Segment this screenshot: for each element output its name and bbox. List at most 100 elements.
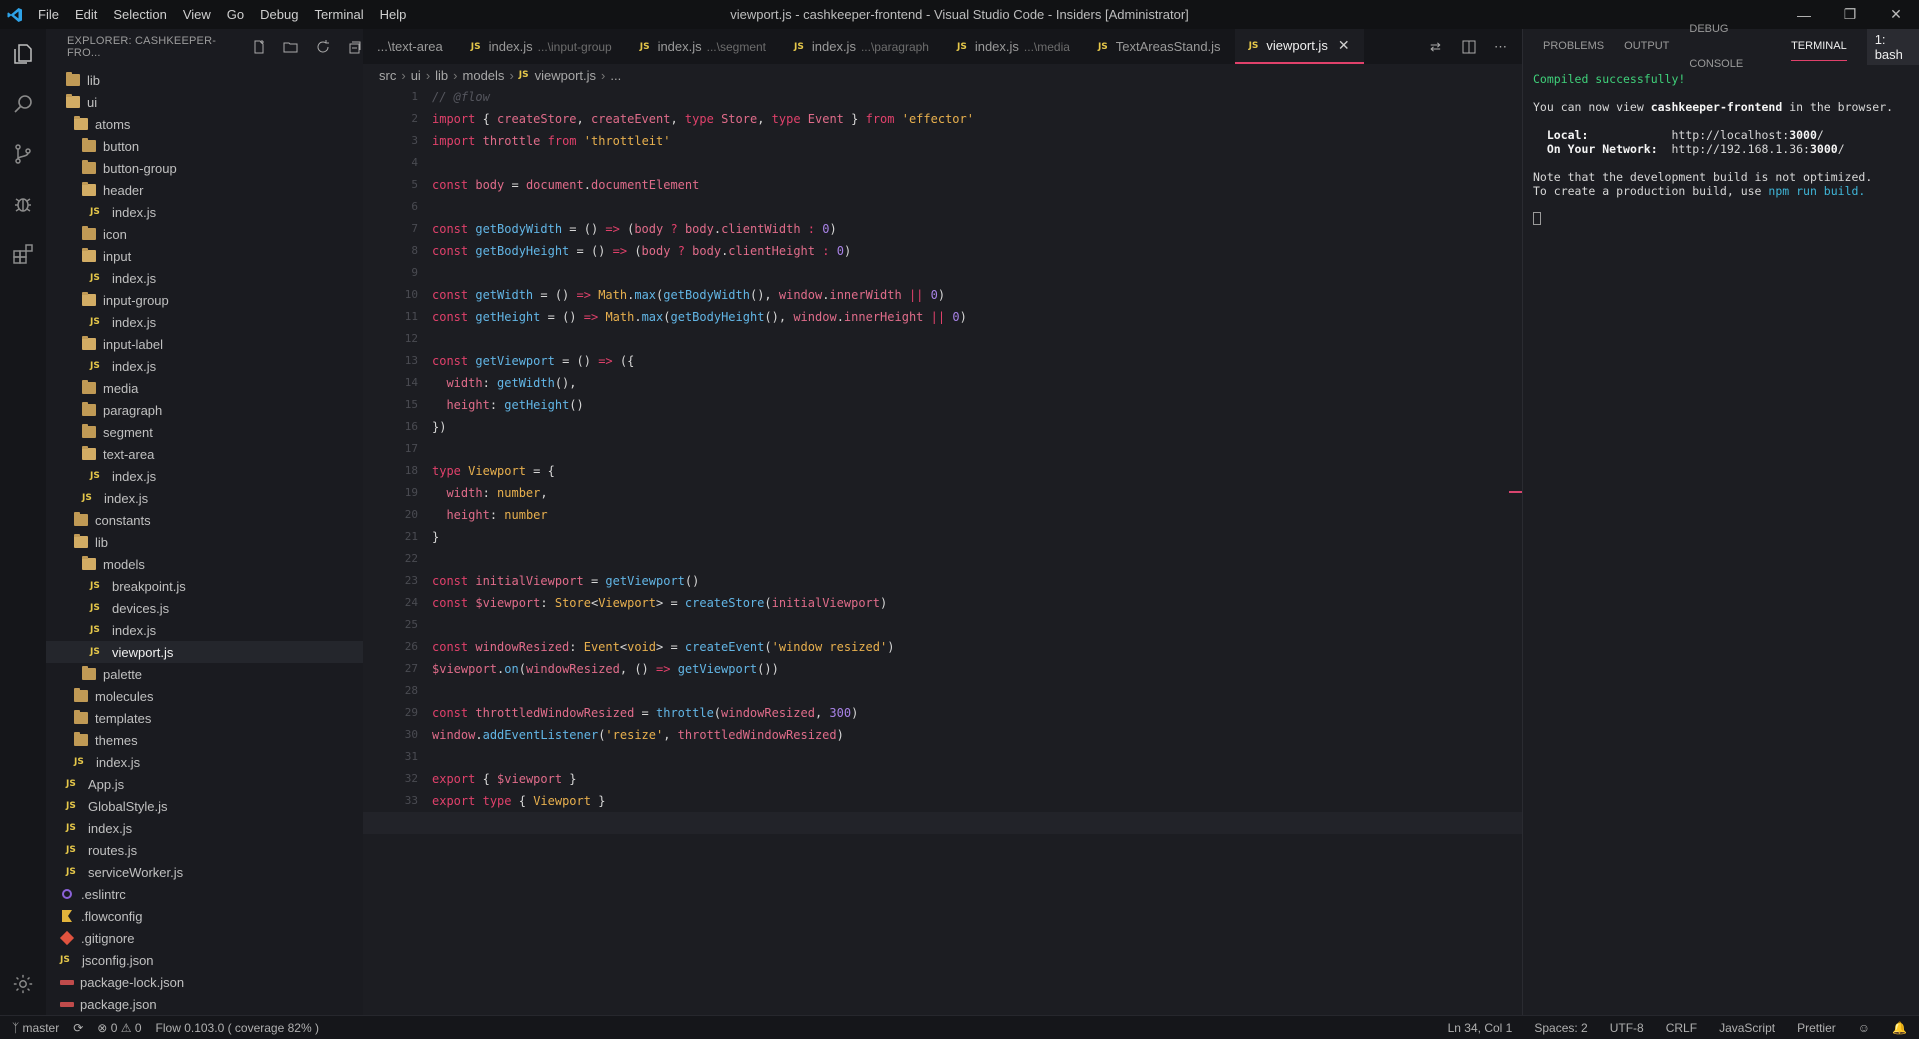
tree-item[interactable]: JS index.js	[46, 817, 363, 839]
breadcrumb-file[interactable]: viewport.js	[535, 68, 596, 83]
tree-item[interactable]: models	[46, 553, 363, 575]
tab-debug-console[interactable]: DEBUG CONSOLE	[1689, 12, 1771, 82]
code-content[interactable]: // @flow import { createStore, createEve…	[363, 86, 1522, 834]
tree-item[interactable]: JS index.js	[46, 619, 363, 641]
tab-textareasstand[interactable]: JS TextAreasStand.js	[1084, 29, 1235, 64]
new-file-icon[interactable]	[251, 39, 267, 55]
debug-icon[interactable]	[0, 179, 46, 229]
restore-icon[interactable]: ❐	[1827, 0, 1873, 29]
tree-item[interactable]: JS index.js	[46, 487, 363, 509]
breadcrumb-models[interactable]: models	[463, 68, 505, 83]
tree-item[interactable]: themes	[46, 729, 363, 751]
menu-terminal[interactable]: Terminal	[306, 0, 371, 29]
breadcrumb-ui[interactable]: ui	[411, 68, 421, 83]
tab-index-paragraph[interactable]: JS index.js ...\paragraph	[780, 29, 943, 64]
cursor-position[interactable]: Ln 34, Col 1	[1448, 1021, 1513, 1035]
tree-item[interactable]: atoms	[46, 113, 363, 135]
tree-item[interactable]: molecules	[46, 685, 363, 707]
split-editor-icon[interactable]	[1462, 40, 1476, 54]
tree-item[interactable]: input-label	[46, 333, 363, 355]
tree-item[interactable]: JS GlobalStyle.js	[46, 795, 363, 817]
tree-item[interactable]: input-group	[46, 289, 363, 311]
indentation[interactable]: Spaces: 2	[1534, 1021, 1587, 1035]
tree-item[interactable]: JS index.js	[46, 311, 363, 333]
tree-item[interactable]: input	[46, 245, 363, 267]
breadcrumb-lib[interactable]: lib	[435, 68, 448, 83]
terminal-shell-select[interactable]: 1: bash	[1866, 28, 1919, 65]
new-folder-icon[interactable]	[283, 39, 299, 55]
tree-item[interactable]: JS breakpoint.js	[46, 575, 363, 597]
tree-item[interactable]: JS App.js	[46, 773, 363, 795]
tree-item[interactable]: header	[46, 179, 363, 201]
close-tab-icon[interactable]: ✕	[1338, 37, 1350, 54]
terminal-output[interactable]: Compiled successfully! You can now view …	[1523, 64, 1919, 236]
search-icon[interactable]	[0, 79, 46, 129]
notifications-bell-icon[interactable]: 🔔	[1892, 1021, 1907, 1035]
tree-item[interactable]: button	[46, 135, 363, 157]
tree-item[interactable]: constants	[46, 509, 363, 531]
explorer-icon[interactable]	[0, 29, 46, 79]
settings-gear-icon[interactable]	[0, 959, 46, 1009]
feedback-smiley-icon[interactable]: ☺	[1858, 1021, 1870, 1035]
extensions-icon[interactable]	[0, 229, 46, 279]
tab-index-segment[interactable]: JS index.js ...\segment	[626, 29, 780, 64]
tree-item[interactable]: package.json	[46, 993, 363, 1015]
open-changes-icon[interactable]: ⇄	[1430, 39, 1444, 54]
language-mode[interactable]: JavaScript	[1719, 1021, 1775, 1035]
encoding[interactable]: UTF-8	[1610, 1021, 1644, 1035]
menu-edit[interactable]: Edit	[67, 0, 105, 29]
tree-item[interactable]: JS index.js	[46, 751, 363, 773]
tree-item[interactable]: .eslintrc	[46, 883, 363, 905]
code-editor[interactable]: 1 2 3 4 5 6 7 8 9 10 11 12 13 14 15 16 17 18 19 20 21 22 23 24 2…	[363, 86, 1522, 1015]
tree-item[interactable]: JS devices.js	[46, 597, 363, 619]
tree-item[interactable]: ui	[46, 91, 363, 113]
tree-item[interactable]: .flowconfig	[46, 905, 363, 927]
menu-debug[interactable]: Debug	[252, 0, 306, 29]
breadcrumb-src[interactable]: src	[379, 68, 396, 83]
tree-item[interactable]: lib	[46, 531, 363, 553]
tree-item[interactable]: JS index.js	[46, 267, 363, 289]
tab-index-media[interactable]: JS index.js ...\media	[943, 29, 1084, 64]
collapse-all-icon[interactable]	[347, 39, 363, 55]
tree-item[interactable]: templates	[46, 707, 363, 729]
menu-selection[interactable]: Selection	[105, 0, 174, 29]
tree-item[interactable]: JS index.js	[46, 201, 363, 223]
menu-help[interactable]: Help	[372, 0, 415, 29]
formatter[interactable]: Prettier	[1797, 1021, 1836, 1035]
sync-icon[interactable]: ⟳	[73, 1021, 83, 1035]
tree-item[interactable]: JS jsconfig.json	[46, 949, 363, 971]
tree-item[interactable]: button-group	[46, 157, 363, 179]
tree-item[interactable]: paragraph	[46, 399, 363, 421]
flow-status[interactable]: Flow 0.103.0 ( coverage 82% )	[156, 1021, 319, 1035]
tree-item[interactable]: JS serviceWorker.js	[46, 861, 363, 883]
menu-file[interactable]: File	[30, 0, 67, 29]
tree-item[interactable]: JS index.js	[46, 355, 363, 377]
tab-problems[interactable]: PROBLEMS	[1543, 29, 1604, 64]
tab-terminal[interactable]: TERMINAL	[1791, 32, 1847, 61]
tree-item[interactable]: media	[46, 377, 363, 399]
more-actions-icon[interactable]: ⋯	[1494, 39, 1508, 54]
tab-text-area[interactable]: ...\text-area	[363, 29, 457, 64]
menu-go[interactable]: Go	[219, 0, 252, 29]
tree-item[interactable]: lib	[46, 69, 363, 91]
close-window-icon[interactable]: ✕	[1873, 0, 1919, 29]
tab-viewport[interactable]: JS viewport.js ✕	[1234, 29, 1364, 64]
source-control-icon[interactable]	[0, 129, 46, 179]
tab-index-input-group[interactable]: JS index.js ...\input-group	[457, 29, 626, 64]
tree-item[interactable]: package-lock.json	[46, 971, 363, 993]
end-of-line[interactable]: CRLF	[1666, 1021, 1697, 1035]
tree-item[interactable]: text-area	[46, 443, 363, 465]
tree-item[interactable]: icon	[46, 223, 363, 245]
minimize-icon[interactable]: —	[1781, 0, 1827, 29]
tree-item[interactable]: .gitignore	[46, 927, 363, 949]
tree-item[interactable]: segment	[46, 421, 363, 443]
git-branch-status[interactable]: ᛉ master	[12, 1021, 59, 1035]
tree-item[interactable]: JS routes.js	[46, 839, 363, 861]
tree-item[interactable]: JS index.js	[46, 465, 363, 487]
tab-output[interactable]: OUTPUT	[1624, 29, 1669, 64]
problems-status[interactable]: ⊗ 0 ⚠ 0	[97, 1021, 141, 1035]
breadcrumb-symbol[interactable]: ...	[610, 68, 621, 83]
menu-view[interactable]: View	[175, 0, 219, 29]
tree-item[interactable]: palette	[46, 663, 363, 685]
tree-item[interactable]: JS viewport.js	[46, 641, 363, 663]
